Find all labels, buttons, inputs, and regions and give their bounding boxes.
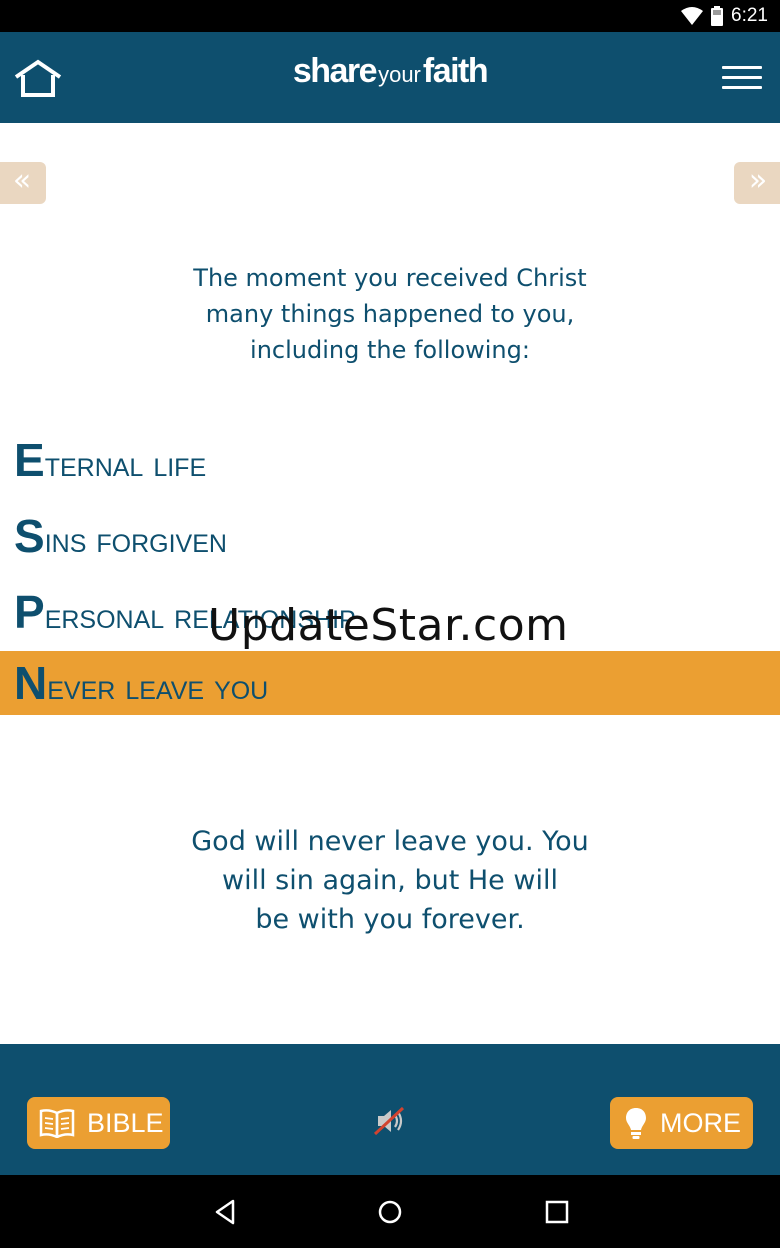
battery-icon <box>711 6 724 26</box>
app-header: shareyourfaith <box>0 32 780 123</box>
menu-button[interactable] <box>722 66 762 92</box>
watermark: UpdateStar.com <box>208 600 569 651</box>
detail-line: be with you forever. <box>255 904 525 935</box>
acrostic-item-eternal-life[interactable]: Eternal life <box>0 428 780 492</box>
acrostic-initial: P <box>14 586 45 638</box>
system-home-button[interactable] <box>373 1195 407 1229</box>
acrostic-initial: S <box>14 510 45 562</box>
sound-toggle-button[interactable] <box>372 1104 406 1138</box>
intro-text: The moment you received Christ many thin… <box>130 260 650 368</box>
recents-button[interactable] <box>540 1195 574 1229</box>
logo-share: share <box>292 52 378 90</box>
status-time: 6:21 <box>731 5 768 26</box>
intro-line: many things happened to you, <box>205 300 575 328</box>
status-bar: 6:21 <box>0 0 780 32</box>
square-recents-icon <box>545 1200 569 1224</box>
sound-muted-icon <box>373 1106 405 1136</box>
footer-bar: BIBLE MORE <box>0 1044 780 1175</box>
back-button[interactable] <box>208 1195 242 1229</box>
acrostic-text: ins forgiven <box>44 519 227 560</box>
back-icon <box>215 1199 235 1225</box>
menu-icon <box>722 66 762 89</box>
lightbulb-icon <box>626 1108 646 1139</box>
app-logo: shareyourfaith <box>0 52 780 91</box>
detail-line: will sin again, but He will <box>222 865 558 896</box>
logo-your: your <box>378 62 421 87</box>
prev-page-button[interactable]: « <box>0 162 46 204</box>
bible-button[interactable]: BIBLE <box>27 1097 170 1149</box>
more-button-label: MORE <box>660 1107 741 1138</box>
acrostic-initial: E <box>14 434 45 486</box>
intro-line: The moment you received Christ <box>193 264 587 292</box>
acrostic-item-sins-forgiven[interactable]: Sins forgiven <box>0 504 780 568</box>
bible-button-label: BIBLE <box>87 1107 164 1138</box>
system-nav-bar <box>0 1175 780 1248</box>
acrostic-initial: N <box>14 657 48 709</box>
book-icon <box>39 1109 75 1138</box>
detail-line: God will never leave you. You <box>191 826 589 857</box>
logo-faith: faith <box>422 52 489 90</box>
acrostic-text: ternal life <box>44 443 207 484</box>
next-page-button[interactable]: » <box>734 162 780 204</box>
intro-line: including the following: <box>250 336 530 364</box>
circle-home-icon <box>378 1200 402 1224</box>
acrostic-text: ever leave you <box>47 666 269 707</box>
acrostic-item-never-leave-you[interactable]: Never leave you <box>0 651 780 715</box>
wifi-icon <box>681 7 704 25</box>
status-icons: 6:21 <box>681 4 768 28</box>
detail-text: God will never leave you. You will sin a… <box>150 822 630 939</box>
more-button[interactable]: MORE <box>610 1097 753 1149</box>
